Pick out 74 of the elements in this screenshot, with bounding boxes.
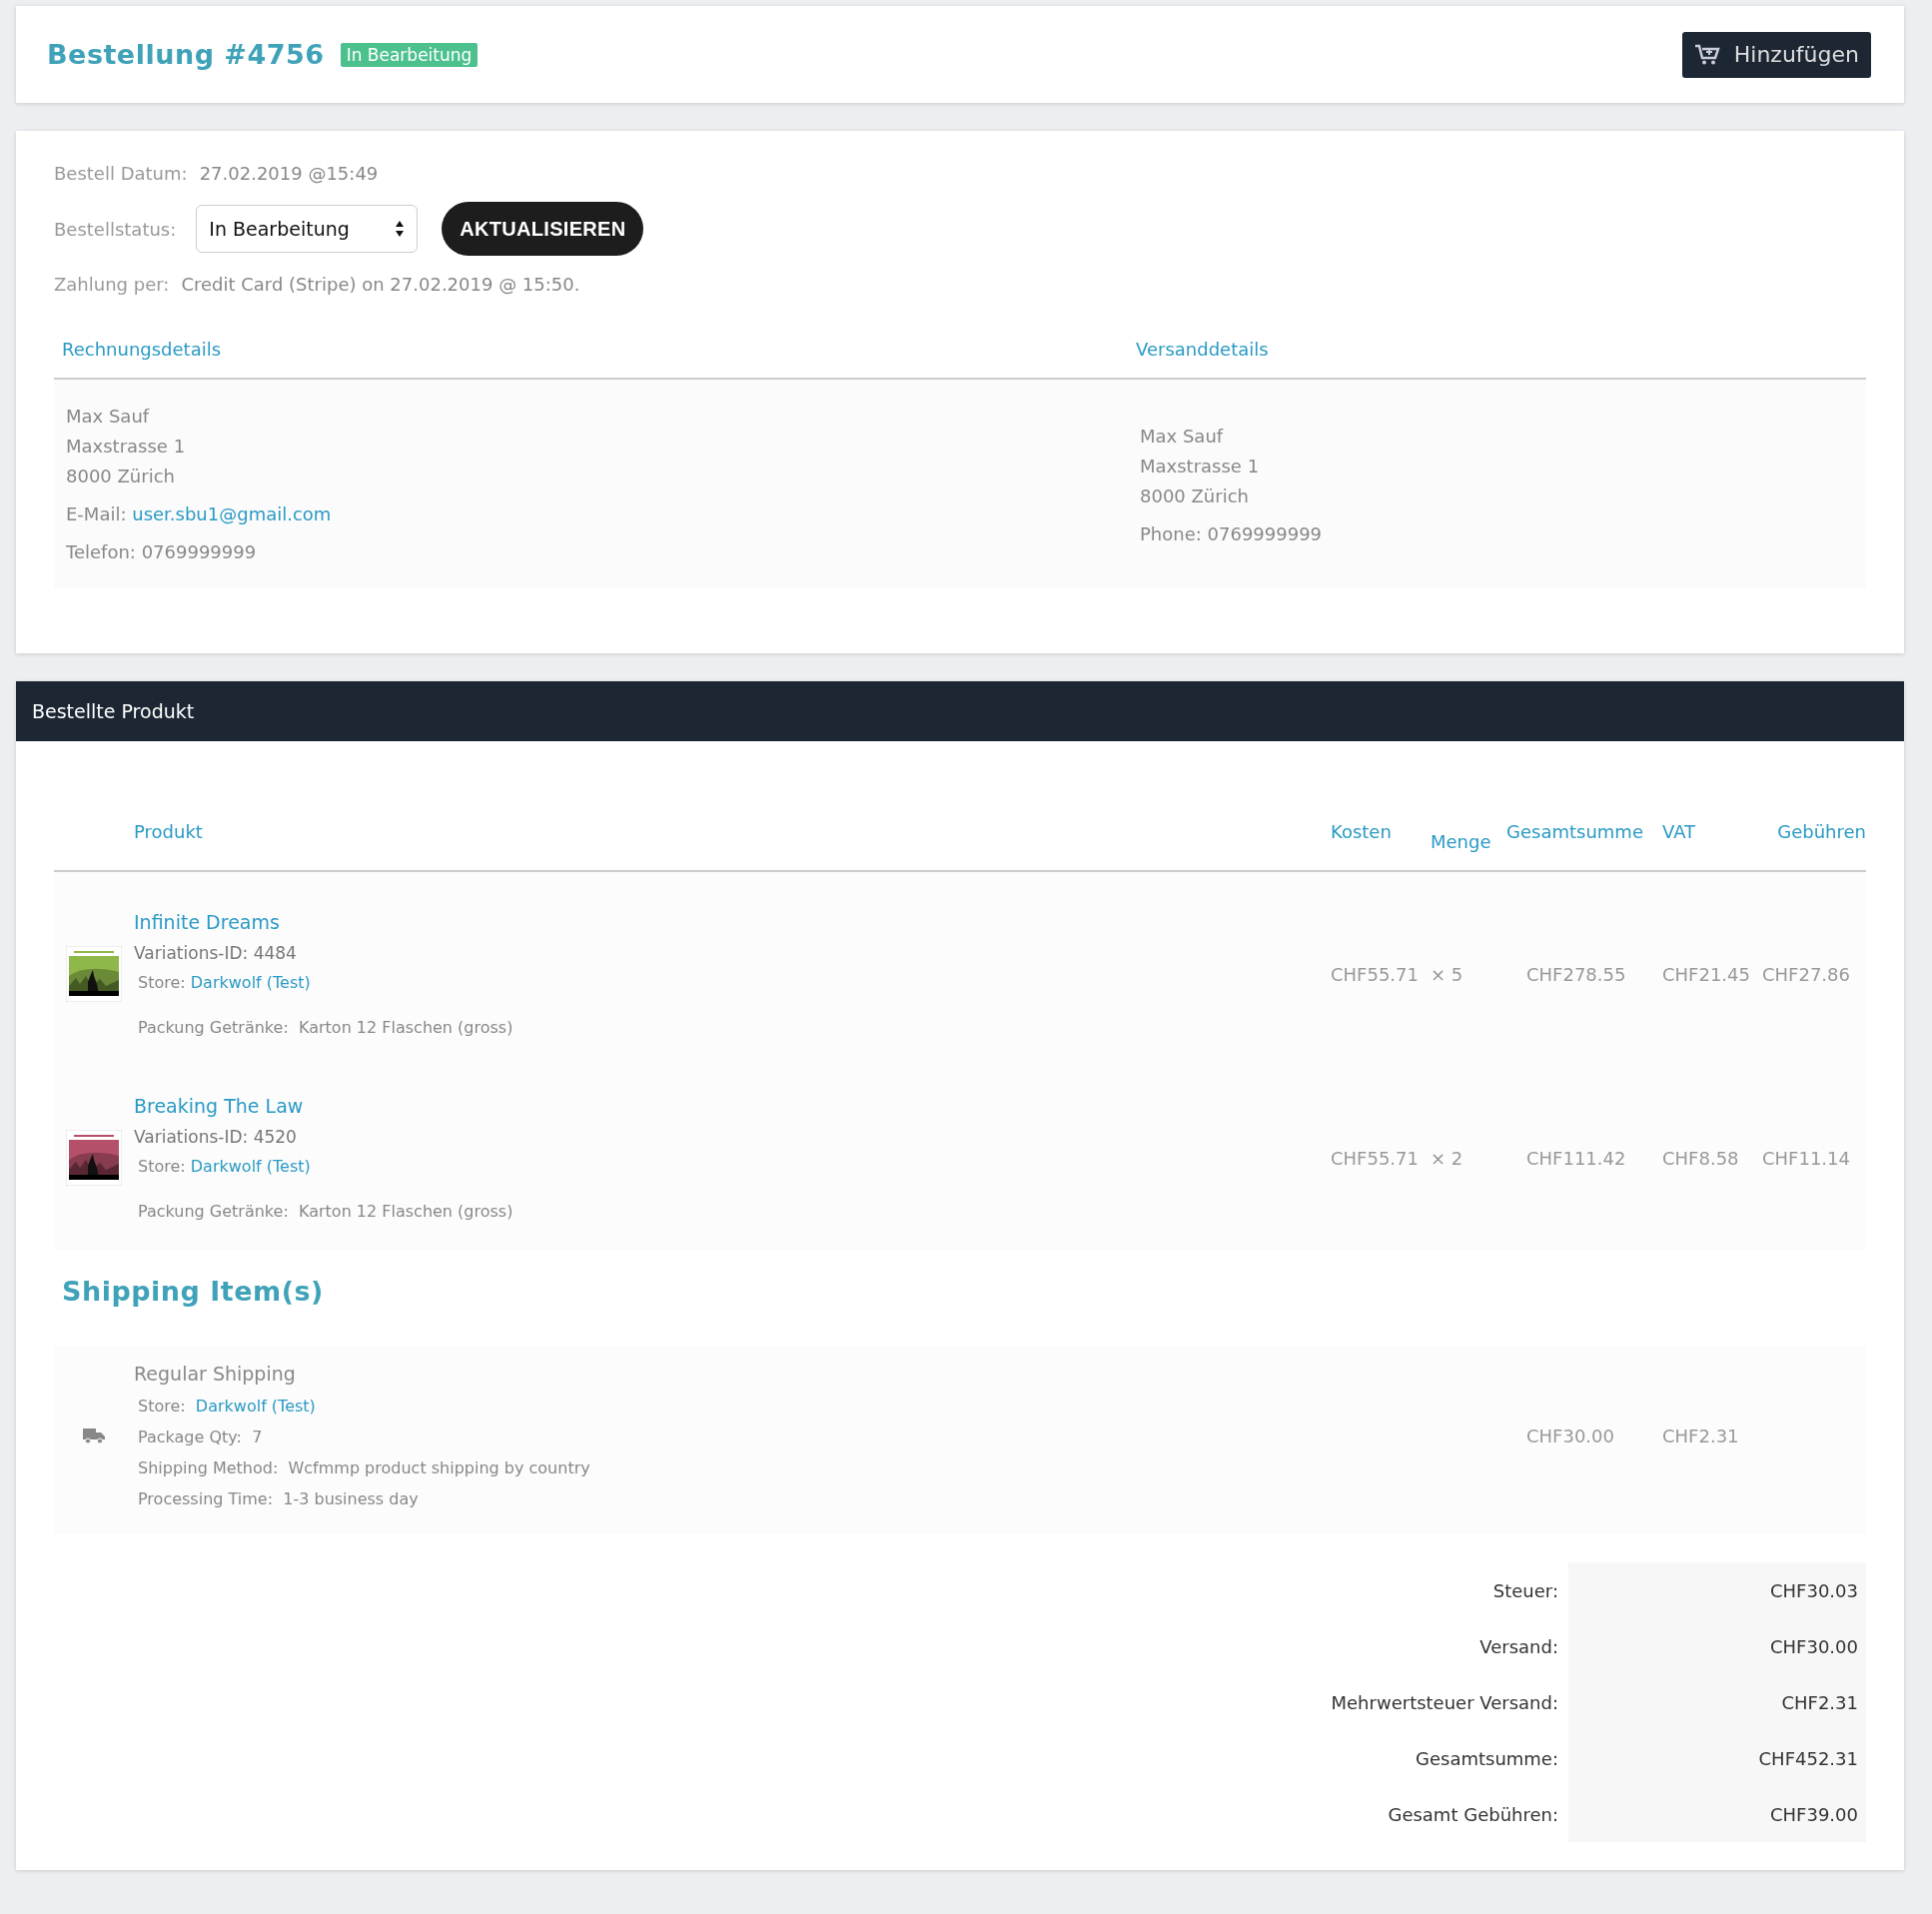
add-button[interactable]: Hinzufügen [1681, 31, 1871, 78]
store-link[interactable]: Darkwolf (Test) [195, 1397, 316, 1416]
shipping-address-line: Max Sauf [1140, 425, 1225, 449]
shipping-detail-label: Package Qty: [138, 1428, 242, 1446]
vat-cell-text: CHF8.58 [1662, 1147, 1740, 1169]
cost-cell-text: CHF55.71 [1331, 963, 1420, 985]
shipping-address-line: Maxstrasse 1 [1140, 455, 1261, 478]
status-label: Bestellstatus: [54, 218, 177, 240]
total-value: CHF30.00 [1769, 1634, 1858, 1659]
email-link[interactable]: user.sbu1@gmail.com [132, 503, 332, 524]
variation-id: Variations-ID: 4520 [134, 1127, 298, 1147]
payment-info: Credit Card (Stripe) on 27.02.2019 @ 15:50. [181, 274, 580, 295]
total-label: Gesamtsumme: [1415, 1746, 1558, 1771]
email-label: E-Mail: [66, 503, 127, 524]
column-header: Gesamtsumme [1506, 821, 1644, 842]
quantity-cell-text: × 5 [1431, 963, 1464, 985]
shipping-detail-label: Store: [138, 1397, 186, 1416]
shipping-phone: Phone: 0769999999 [1140, 522, 1324, 546]
store-link[interactable]: Darkwolf (Test) [190, 973, 311, 992]
product-link[interactable]: Breaking The Law [134, 1095, 1331, 1117]
product-link[interactable]: Infinite Dreams [134, 911, 1331, 933]
fees-cell-text: CHF27.86 [1762, 963, 1851, 985]
total-label: Mehrwertsteuer Versand: [1331, 1690, 1558, 1715]
billing-phone: Telefon: 0769999999 [66, 540, 258, 564]
shipping-detail-label: Processing Time: [138, 1489, 274, 1508]
shipping-detail-label: Shipping Method: [138, 1458, 279, 1477]
billing-address-line: Maxstrasse 1 [66, 435, 187, 459]
billing-address-line: 8000 Zürich [66, 465, 176, 488]
store-label: Store: [138, 973, 186, 992]
column-header: Gebühren [1776, 821, 1866, 842]
vat-cell-text: CHF21.45 [1662, 963, 1751, 985]
store-link[interactable]: Darkwolf (Test) [190, 1157, 311, 1176]
column-header: Menge [1431, 830, 1492, 852]
truck-icon [82, 1427, 106, 1444]
order-title: Bestellung #4756 [47, 39, 325, 70]
total-value: CHF39.00 [1769, 1802, 1858, 1827]
total-value: CHF2.31 [1780, 1690, 1858, 1715]
panel-title: Bestellte Produkt [32, 700, 195, 722]
date-label: Bestell Datum: [54, 163, 188, 184]
order-date: 27.02.2019 @15:49 [199, 163, 379, 184]
shipping-total-cell-text: CHF30.00 [1525, 1425, 1615, 1446]
store-label: Store: [138, 1157, 186, 1176]
product-meta: Packung Getränke: Karton 12 Flaschen (gross) [137, 1202, 514, 1221]
shipping-items-heading: Shipping Item(s) [61, 1275, 325, 1309]
status-select[interactable]: In Bearbeitung [196, 205, 419, 253]
fees-cell-text: CHF11.14 [1762, 1147, 1851, 1169]
shipping-detail-value: 1-3 business day [283, 1489, 419, 1508]
column-header: VAT [1662, 821, 1697, 842]
column-header: Produkt [134, 821, 204, 842]
update-button[interactable]: AKTUALISIEREN [442, 202, 644, 256]
shipping-name: Regular Shipping [134, 1363, 297, 1385]
total-value: CHF452.31 [1757, 1746, 1858, 1771]
total-cell-text: CHF278.55 [1525, 963, 1627, 985]
shipping-heading: Versanddetails [1136, 339, 1270, 360]
billing-address-line: Max Sauf [66, 405, 151, 429]
total-label: Steuer: [1491, 1578, 1558, 1603]
total-cell-text: CHF111.42 [1525, 1147, 1627, 1169]
shipping-detail-value: Wcfmmp product shipping by country [288, 1458, 590, 1477]
billing-heading: Rechnungsdetails [62, 339, 223, 360]
quantity-cell-text: × 2 [1431, 1147, 1464, 1169]
total-label: Gesamt Gebühren: [1387, 1802, 1558, 1827]
cart-icon [1693, 43, 1720, 66]
total-label: Versand: [1478, 1634, 1558, 1659]
cost-cell-text: CHF55.71 [1331, 1147, 1420, 1169]
shipping-vat-cell-text: CHF2.31 [1662, 1425, 1740, 1446]
shipping-address-line: 8000 Zürich [1140, 484, 1250, 508]
product-meta: Packung Getränke: Karton 12 Flaschen (gross) [137, 1018, 514, 1037]
payment-label: Zahlung per: [54, 274, 170, 295]
status-badge: In Bearbeitung [340, 42, 479, 67]
variation-id: Variations-ID: 4484 [134, 943, 298, 963]
total-value: CHF30.03 [1769, 1578, 1858, 1603]
shipping-detail-value: 7 [252, 1428, 263, 1446]
dropdown-arrows-icon [395, 220, 406, 238]
column-header: Kosten [1331, 821, 1393, 842]
